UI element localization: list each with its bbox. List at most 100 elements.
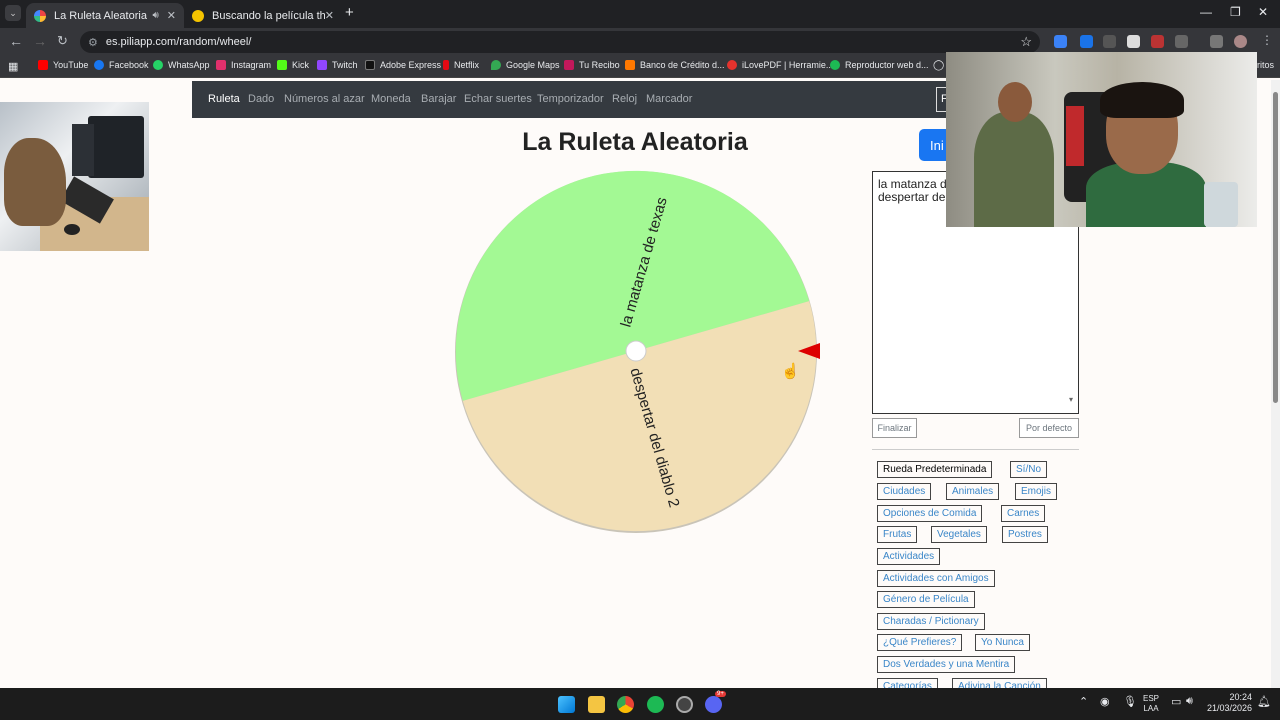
spotify-icon[interactable] — [647, 696, 664, 713]
tray-chevron-icon[interactable]: ⌃ — [1079, 695, 1088, 708]
site-info-icon[interactable]: ⚙ — [88, 36, 98, 49]
facebook-icon — [94, 60, 104, 70]
extensions-puzzle-icon[interactable] — [1175, 35, 1188, 48]
tab-ruleta[interactable]: La Ruleta Aleatoria 🔊︎ ✕ — [26, 3, 184, 28]
preset-yo-nunca[interactable]: Yo Nunca — [975, 634, 1030, 651]
extension-icon[interactable] — [1054, 35, 1067, 48]
bookmark-facebook[interactable]: Facebook — [94, 60, 149, 70]
nav-echar-suertes[interactable]: Echar suertes — [464, 93, 532, 105]
volume-icon[interactable]: 🔊︎ — [1186, 695, 1193, 708]
bookmark-label: Adobe Express — [380, 60, 442, 70]
bookmark-ilovepdf[interactable]: iLovePDF | Herramie... — [727, 60, 833, 70]
close-tab-icon[interactable]: ✕ — [325, 9, 334, 22]
preset-charadas-pictionary[interactable]: Charadas / Pictionary — [877, 613, 985, 630]
bookmark-tu-recibo[interactable]: Tu Recibo — [564, 60, 620, 70]
address-bar[interactable]: ⚙ es.piliapp.com/random/wheel/ ☆ — [80, 31, 1040, 53]
preset-animales[interactable]: Animales — [946, 483, 1000, 500]
bookmark-google-maps[interactable]: Google Maps — [491, 60, 560, 70]
bookmark-star-icon[interactable]: ☆ — [1020, 34, 1032, 50]
network-icon[interactable]: ▭ — [1171, 695, 1181, 708]
tab-search-icon[interactable]: ⌄ — [5, 5, 21, 21]
extension-icon[interactable] — [1127, 35, 1140, 48]
bookmark-label: Reproductor web d... — [845, 60, 929, 70]
monitor-shape — [88, 116, 144, 178]
nav-moneda[interactable]: Moneda — [371, 93, 411, 105]
default-button[interactable]: Por defecto — [1019, 418, 1079, 438]
preset-list — [872, 449, 1079, 450]
adobe-express-icon — [365, 60, 375, 70]
preset-postres[interactable]: Postres — [1002, 526, 1048, 543]
nav-marcador[interactable]: Marcador — [646, 93, 692, 105]
minimize-icon[interactable]: — — [1200, 5, 1212, 19]
capybara-shape — [4, 138, 66, 226]
nav-numeros-al-azar[interactable]: Números al azar — [284, 93, 365, 105]
bcp-icon — [625, 60, 635, 70]
extension-icon[interactable] — [1103, 35, 1116, 48]
discord-icon[interactable] — [705, 696, 722, 713]
nav-ruleta[interactable]: Ruleta — [208, 93, 240, 105]
windows-taskbar: 9+ ⌃ ◉ 🎙︎ ESP LAA ▭ 🔊︎ 20:24 21/03/2026 … — [0, 688, 1280, 720]
profile-avatar[interactable] — [1234, 35, 1247, 48]
preset-actividades[interactable]: Actividades — [877, 548, 941, 565]
maximize-icon[interactable]: ❐ — [1230, 5, 1241, 19]
resize-grip-icon[interactable]: ▾ — [1069, 395, 1073, 404]
extension-icon[interactable] — [1151, 35, 1164, 48]
bookmark-whatsapp[interactable]: WhatsApp — [153, 60, 210, 70]
search-favicon-icon — [192, 9, 204, 22]
nav-temporizador[interactable]: Temporizador — [537, 93, 604, 105]
preset-carnes[interactable]: Carnes — [1001, 505, 1046, 522]
windows-start-icon[interactable] — [558, 696, 575, 713]
bookmark-github-icon[interactable]: ◯ — [933, 60, 944, 71]
preset-opciones-de-comida[interactable]: Opciones de Comida — [877, 505, 983, 522]
webcam-overlay-streamers — [946, 52, 1257, 227]
preset-vegetales[interactable]: Vegetales — [931, 526, 987, 543]
forward-icon[interactable]: → — [33, 33, 47, 49]
roulette-wheel[interactable]: la matanza de texas despertar del diablo… — [450, 166, 822, 538]
close-tab-icon[interactable]: ✕ — [167, 9, 176, 22]
bookmark-youtube[interactable]: YouTube — [38, 60, 88, 70]
preset-genero-de-pelicula[interactable]: Género de Película — [877, 591, 975, 608]
bookmark-spotify[interactable]: Reproductor web d... — [830, 60, 929, 70]
preset-frutas[interactable]: Frutas — [877, 526, 918, 543]
preset-que-prefieres[interactable]: ¿Qué Prefieres? — [877, 634, 963, 651]
close-window-icon[interactable]: ✕ — [1258, 5, 1268, 19]
extension-icon[interactable] — [1080, 35, 1093, 48]
bookmark-bcp[interactable]: Banco de Crédito d... — [625, 60, 725, 70]
bookmark-netflix[interactable]: Netflix — [443, 60, 479, 70]
preset-si-no[interactable]: Sí/No — [1010, 461, 1048, 478]
bookmark-adobe-express[interactable]: Adobe Express — [365, 60, 441, 70]
bookmark-twitch[interactable]: Twitch — [317, 60, 358, 70]
bookmark-instagram[interactable]: Instagram — [216, 60, 271, 70]
discord-tray-icon[interactable]: ◉ — [1100, 695, 1110, 708]
more-menu-icon[interactable]: ⋮ — [1261, 33, 1273, 47]
menu-icon[interactable] — [1210, 35, 1223, 48]
preset-emojis[interactable]: Emojis — [1015, 483, 1058, 500]
nav-dado[interactable]: Dado — [248, 93, 274, 105]
hair-shape — [1100, 82, 1184, 118]
spotify-icon — [830, 60, 840, 70]
preset-ciudades[interactable]: Ciudades — [877, 483, 932, 500]
scrollbar-thumb[interactable] — [1273, 92, 1278, 403]
notifications-icon[interactable]: 🔔︎ — [1257, 695, 1271, 708]
finish-button[interactable]: Finalizar — [872, 418, 917, 438]
bookmark-label: iLovePDF | Herramie... — [742, 60, 834, 70]
apps-grid-icon[interactable]: ▦ — [8, 60, 18, 73]
preset-dos-verdades[interactable]: Dos Verdades y una Mentira — [877, 656, 1016, 673]
clock[interactable]: 20:24 21/03/2026 — [1200, 692, 1252, 714]
speaker-icon[interactable]: 🔊︎ — [152, 10, 158, 21]
bookmark-kick[interactable]: Kick — [277, 60, 309, 70]
all-bookmarks[interactable]: ritos — [1257, 60, 1274, 70]
file-explorer-icon[interactable] — [588, 696, 605, 713]
nav-reloj[interactable]: Reloj — [612, 93, 637, 105]
preset-rueda-predeterminada[interactable]: Rueda Predeterminada — [877, 461, 993, 478]
microphone-icon[interactable]: 🎙︎ — [1123, 695, 1137, 708]
preset-actividades-con-amigos[interactable]: Actividades con Amigos — [877, 570, 995, 587]
chrome-profile-icon[interactable] — [676, 696, 693, 713]
reload-icon[interactable]: ↻ — [57, 33, 68, 49]
back-icon[interactable]: ← — [9, 33, 23, 49]
chrome-icon[interactable] — [617, 696, 634, 713]
new-tab-icon[interactable]: + — [345, 4, 354, 21]
nav-barajar[interactable]: Barajar — [421, 93, 456, 105]
tab-buscando[interactable]: Buscando la película the goat - ✕ — [184, 3, 342, 28]
language-indicator[interactable]: ESP LAA — [1143, 694, 1159, 714]
